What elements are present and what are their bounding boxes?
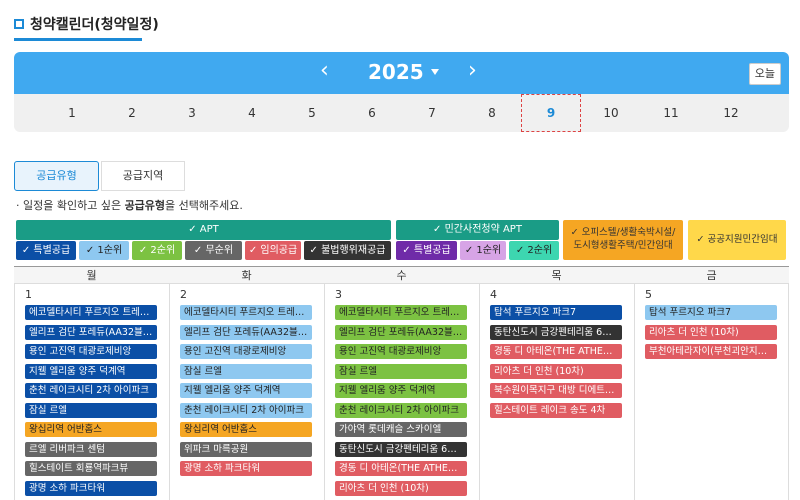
month-12[interactable]: 12 <box>701 94 761 132</box>
month-1[interactable]: 1 <box>42 94 102 132</box>
event-list: 에코델타시티 푸르지오 트레파… 엘리프 검단 포레듀(AA32블록) 용인 고진역… <box>335 305 467 500</box>
weekday-header: 금 <box>634 267 789 284</box>
month-8[interactable]: 8 <box>462 94 522 132</box>
calendar-event[interactable]: 탑석 푸르지오 파크7 <box>490 305 622 320</box>
day-cell: 1 에코델타시티 푸르지오 트레파… 엘리프 검단 포레듀(AA32블록) 용인 고진… <box>14 284 169 500</box>
today-button[interactable]: 오늘 <box>748 63 781 85</box>
calendar-event[interactable]: 리아츠 더 인천 (10차) <box>335 480 467 496</box>
day-number: 2 <box>180 288 187 301</box>
prev-year-icon[interactable]: ‹ <box>320 58 329 83</box>
calendar-event[interactable]: 광명 소하 파크타워 <box>25 480 157 496</box>
event-list: 에코델타시티 푸르지오 트레파… 엘리프 검단 포레듀(AA32블록) 용인 고진역… <box>180 305 312 481</box>
tab-supply-type[interactable]: 공급유형 <box>14 161 99 191</box>
title-underline <box>14 38 142 41</box>
day-number: 5 <box>645 288 652 301</box>
filter-group-apt[interactable]: ✓ APT <box>16 220 391 240</box>
page: 청약캘린더(청약일정) ‹ 2025 › 오늘 1 2 3 4 5 6 7 8 9 10 11 12 … <box>0 0 800 500</box>
calendar-event[interactable]: 용인 고진역 대광로제비앙 <box>180 344 312 359</box>
calendar-event[interactable]: 리아츠 더 인천 (10차) <box>645 324 777 340</box>
filter-chip[interactable]: ✓ 불법행위재공급 <box>304 241 391 260</box>
calendar-event[interactable]: 부천아테라자이(부천괴안지구 … <box>645 344 777 359</box>
month-5[interactable]: 5 <box>282 94 342 132</box>
month-3[interactable]: 3 <box>162 94 222 132</box>
calendar-event[interactable]: 북수원이목지구 대방 디에트르 … <box>490 383 622 398</box>
month-6[interactable]: 6 <box>342 94 402 132</box>
month-9[interactable]: 9 <box>521 94 581 132</box>
day-cell: 4 탑석 푸르지오 파크7 동탄신도시 금강펜테리움 6차 … 경동 디 아테온(TH… <box>479 284 634 500</box>
square-icon <box>14 19 24 29</box>
calendar-event[interactable]: 르엘 리버파크 센텀 <box>25 441 157 457</box>
calendar-event[interactable]: 춘천 레이크시티 2차 아이파크 <box>25 383 157 398</box>
calendar-event[interactable]: 잠실 르엘 <box>335 363 467 379</box>
month-10[interactable]: 10 <box>581 94 641 132</box>
calendar-event[interactable]: 경동 디 아테온(THE ATHEON) … <box>335 461 467 476</box>
instruction-text: · 일정을 확인하고 싶은 공급유형을 선택해주세요. <box>16 199 243 212</box>
calendar-event[interactable]: 동탄신도시 금강펜테리움 6차 … <box>490 324 622 340</box>
calendar-event[interactable]: 리아츠 더 인천 (10차) <box>490 363 622 379</box>
filter-chip[interactable]: ✓ 특별공급 <box>16 241 76 260</box>
month-7[interactable]: 7 <box>402 94 462 132</box>
filter-group-public-rental[interactable]: ✓ 공공지원민간임대 <box>688 220 786 260</box>
calendar-event[interactable]: 에코델타시티 푸르지오 트레파… <box>335 305 467 320</box>
calendar-event[interactable]: 잠실 르엘 <box>25 402 157 418</box>
day-number: 3 <box>335 288 342 301</box>
calendar-event[interactable]: 탑석 푸르지오 파크7 <box>645 305 777 320</box>
weekday-header: 목 <box>479 267 634 284</box>
calendar-event[interactable]: 위파크 마륵공원 <box>180 441 312 457</box>
filter-chip[interactable]: ✓ 무순위 <box>185 241 242 260</box>
calendar-event[interactable]: 힐스테이트 회룡역파크뷰 <box>25 461 157 476</box>
calendar-event[interactable]: 지웰 엘리움 양주 덕계역 <box>335 383 467 398</box>
event-list: 에코델타시티 푸르지오 트레파… 엘리프 검단 포레듀(AA32블록) 용인 고진역… <box>25 305 157 500</box>
calendar-event[interactable]: 잠실 르엘 <box>180 363 312 379</box>
event-list: 탑석 푸르지오 파크7 리아츠 더 인천 (10차) 부천아테라자이(부천괴안지구 … <box>645 305 777 364</box>
calendar: 월 1 에코델타시티 푸르지오 트레파… 엘리프 검단 포레듀(AA32블록) 용인 고… <box>14 266 789 500</box>
weekday-header: 수 <box>324 267 479 284</box>
day-number: 4 <box>490 288 497 301</box>
calendar-event[interactable]: 춘천 레이크시티 2차 아이파크 <box>180 402 312 418</box>
calendar-event[interactable]: 가야역 롯데캐슬 스카이엘 <box>335 422 467 437</box>
calendar-event[interactable]: 왕십리역 어반홈스 <box>25 422 157 437</box>
next-year-icon[interactable]: › <box>468 58 477 83</box>
calendar-event[interactable]: 에코델타시티 푸르지오 트레파… <box>180 305 312 320</box>
filter-chip[interactable]: ✓ 2순위 <box>132 241 182 260</box>
calendar-event[interactable]: 힐스테이트 레이크 송도 4차 <box>490 402 622 418</box>
calendar-event[interactable]: 광명 소하 파크타워 <box>180 461 312 476</box>
filter-chip[interactable]: ✓ 특별공급 <box>396 241 457 260</box>
filter-chip[interactable]: ✓ 1순위 <box>460 241 506 260</box>
day-number: 1 <box>25 288 32 301</box>
calendar-event[interactable]: 엘리프 검단 포레듀(AA32블록) <box>180 324 312 340</box>
calendar-event[interactable]: 용인 고진역 대광로제비앙 <box>25 344 157 359</box>
day-cell: 2 에코델타시티 푸르지오 트레파… 엘리프 검단 포레듀(AA32블록) 용인 고진… <box>169 284 324 500</box>
filter-chip[interactable]: ✓ 1순위 <box>79 241 129 260</box>
calendar-event[interactable]: 지웰 엘리움 양주 덕계역 <box>180 383 312 398</box>
calendar-event[interactable]: 에코델타시티 푸르지오 트레파… <box>25 305 157 320</box>
month-11[interactable]: 11 <box>641 94 701 132</box>
page-title-text: 청약캘린더(청약일정) <box>30 17 159 33</box>
year-selector: ‹ 2025 › 오늘 <box>14 52 789 94</box>
filter-group-officetel[interactable]: ✓ 오피스텔/생활숙박시설/ 도시형생활주택/민간임대 <box>563 220 683 260</box>
month-2[interactable]: 2 <box>102 94 162 132</box>
calendar-event[interactable]: 엘리프 검단 포레듀(AA32블록) <box>25 324 157 340</box>
filter-chip[interactable]: ✓ 2순위 <box>509 241 559 260</box>
day-cell: 3 에코델타시티 푸르지오 트레파… 엘리프 검단 포레듀(AA32블록) 용인 고진… <box>324 284 479 500</box>
tab-supply-region[interactable]: 공급지역 <box>101 161 185 191</box>
calendar-event[interactable]: 경동 디 아테온(THE ATHEON) … <box>490 344 622 359</box>
weekday-header: 화 <box>169 267 324 284</box>
month-4[interactable]: 4 <box>222 94 282 132</box>
weekday-header: 월 <box>14 267 169 284</box>
page-title: 청약캘린더(청약일정) <box>14 14 159 34</box>
event-list: 탑석 푸르지오 파크7 동탄신도시 금강펜테리움 6차 … 경동 디 아테온(THE… <box>490 305 622 422</box>
calendar-event[interactable]: 지웰 엘리움 양주 덕계역 <box>25 363 157 379</box>
year-value: 2025 <box>368 60 424 84</box>
filter-group-private-presale[interactable]: ✓ 민간사전청약 APT <box>396 220 559 240</box>
month-selector: 1 2 3 4 5 6 7 8 9 10 11 12 <box>14 94 789 132</box>
calendar-event[interactable]: 엘리프 검단 포레듀(AA32블록) <box>335 324 467 340</box>
calendar-event[interactable]: 용인 고진역 대광로제비앙 <box>335 344 467 359</box>
day-cell: 5 탑석 푸르지오 파크7 리아츠 더 인천 (10차) 부천아테라자이(부천괴안지구… <box>634 284 789 500</box>
filter-chip[interactable]: ✓ 임의공급 <box>245 241 301 260</box>
calendar-event[interactable]: 동탄신도시 금강펜테리움 6차 … <box>335 441 467 457</box>
caret-down-icon[interactable] <box>431 69 439 75</box>
calendar-event[interactable]: 춘천 레이크시티 2차 아이파크 <box>335 402 467 418</box>
calendar-event[interactable]: 왕십리역 어반홈스 <box>180 422 312 437</box>
